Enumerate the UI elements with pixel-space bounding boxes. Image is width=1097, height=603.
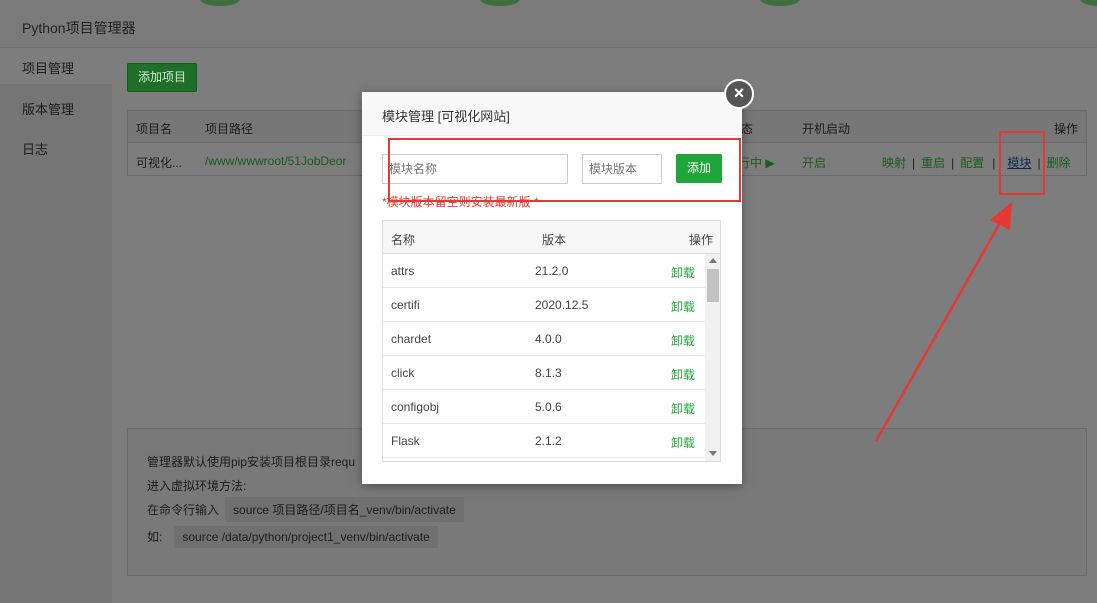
sidebar-item-logs[interactable]: 日志 <box>22 139 48 158</box>
dialog-titlebar: 模块管理 [可视化网站] <box>362 92 742 136</box>
scroll-thumb[interactable] <box>707 269 719 302</box>
module-version: 2020.12.5 <box>535 298 589 312</box>
uninstall-link[interactable]: 卸载 <box>671 400 695 417</box>
module-name: click <box>391 366 415 380</box>
header-name: 项目名 <box>136 122 173 136</box>
info-line-pip: 管理器默认使用pip安装项目根目录requ <box>147 455 356 469</box>
uninstall-link[interactable]: 卸载 <box>671 298 695 315</box>
sidebar-item-version-management[interactable]: 版本管理 <box>22 99 74 118</box>
uninstall-link[interactable]: 卸载 <box>671 434 695 451</box>
header-autostart: 开机启动 <box>802 122 851 136</box>
uninstall-link[interactable]: 卸载 <box>671 332 695 349</box>
info-example-code: source /data/python/project1_venv/bin/ac… <box>174 526 438 548</box>
module-version: 4.0.0 <box>535 332 562 346</box>
scroll-up-icon[interactable] <box>709 258 717 263</box>
config-link[interactable]: 配置 <box>960 156 984 170</box>
divider: | <box>912 156 916 170</box>
table-row: attrs 21.2.0 卸载 <box>383 254 705 288</box>
header-module-name: 名称 <box>391 233 416 247</box>
annotation-box-form <box>388 138 741 202</box>
sidebar-item-label: 项目管理 <box>22 61 75 76</box>
divider: | <box>951 156 955 170</box>
info-line-command: 在命令行输入 source 项目路径/项目名_venv/bin/activate <box>147 497 464 522</box>
window-title: Python项目管理器 <box>22 20 136 36</box>
header-actions: 操作 <box>1054 122 1079 136</box>
delete-link[interactable]: 删除 <box>1047 156 1071 170</box>
info-line-venv: 进入虚拟环境方法: <box>147 479 247 493</box>
module-version: 8.1.3 <box>535 366 562 380</box>
table-row: certifi 2020.12.5 卸载 <box>383 288 705 322</box>
status-running[interactable]: 行中 ▶ <box>738 154 775 171</box>
module-name: attrs <box>391 264 415 278</box>
module-name: Flask <box>391 434 420 448</box>
project-name: 可视化... <box>136 156 183 170</box>
uninstall-link[interactable]: 卸载 <box>671 366 695 383</box>
window-titlebar: Python项目管理器 <box>0 6 1097 48</box>
project-path-link[interactable]: /www/wwwroot/51JobDeor <box>205 154 346 168</box>
map-link[interactable]: 映射 <box>882 156 906 170</box>
module-table-header: 名称 版本 操作 <box>383 221 720 254</box>
table-row: chardet 4.0.0 卸载 <box>383 322 705 356</box>
table-row: configobj 5.0.6 卸载 <box>383 390 705 424</box>
module-version: 2.1.2 <box>535 434 562 448</box>
table-row: click 8.1.3 卸载 <box>383 356 705 390</box>
info-example-label: 如: <box>147 530 163 544</box>
restart-link[interactable]: 重启 <box>921 156 945 170</box>
header-module-version: 版本 <box>542 233 567 247</box>
sidebar-item-project-management[interactable]: 项目管理 <box>0 48 112 84</box>
module-name: configobj <box>391 400 440 414</box>
annotation-box-module <box>999 131 1045 195</box>
module-table: 名称 版本 操作 attrs 21.2.0 卸载 certifi 2020.12… <box>382 220 721 462</box>
info-command-label: 在命令行输入 <box>147 503 220 517</box>
uninstall-link[interactable]: 卸载 <box>671 264 695 281</box>
sidebar-item-label: 版本管理 <box>22 102 75 117</box>
module-version: 5.0.6 <box>535 400 562 414</box>
sidebar-item-label: 日志 <box>22 142 49 157</box>
close-icon[interactable]: × <box>724 79 754 109</box>
table-row: Flask 2.1.2 卸载 <box>383 424 705 458</box>
info-command-code: source 项目路径/项目名_venv/bin/activate <box>225 497 464 522</box>
divider: | <box>992 156 996 170</box>
module-version: 21.2.0 <box>535 264 569 278</box>
add-project-button[interactable]: 添加项目 <box>127 63 197 92</box>
info-line-example: 如: source /data/python/project1_venv/bin/… <box>147 526 438 548</box>
header-path: 项目路径 <box>205 122 254 136</box>
autostart-toggle[interactable]: 开启 <box>802 154 826 171</box>
dialog-title: 模块管理 [可视化网站] <box>382 109 510 124</box>
sidebar: 项目管理 版本管理 日志 <box>0 48 112 603</box>
module-table-scrollbar[interactable] <box>705 254 720 461</box>
header-module-actions: 操作 <box>689 233 714 247</box>
module-name: certifi <box>391 298 420 312</box>
scroll-down-icon[interactable] <box>709 451 717 456</box>
module-name: chardet <box>391 332 432 346</box>
header-status: 态 <box>741 122 754 136</box>
